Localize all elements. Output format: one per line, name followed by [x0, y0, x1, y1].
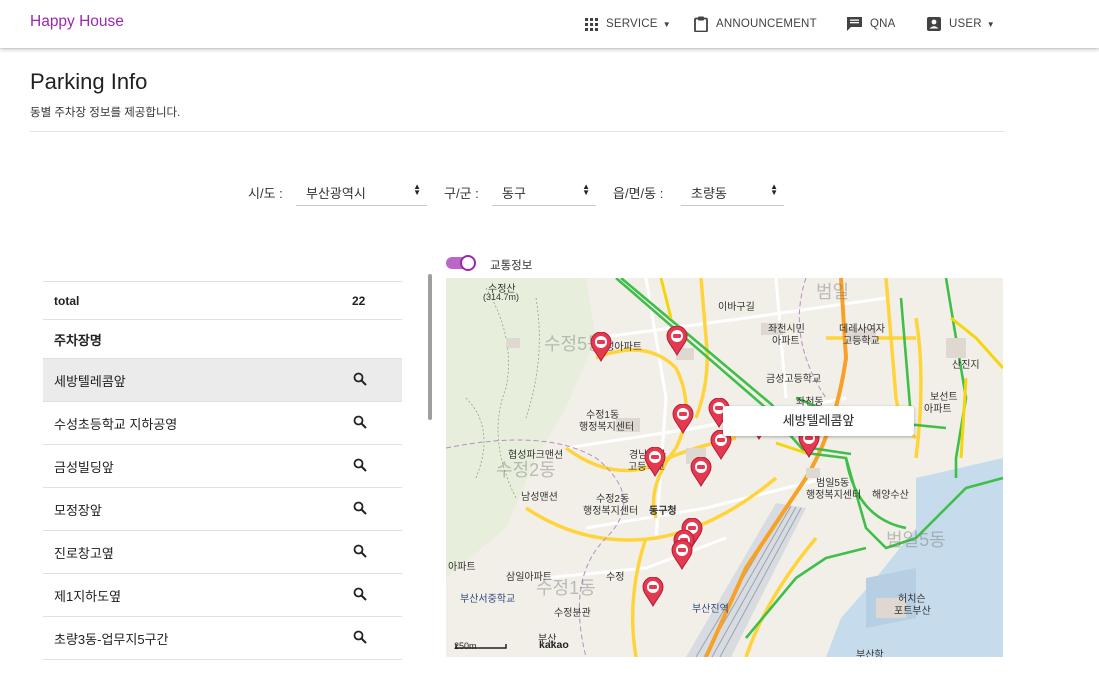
map-label: (314.7m): [483, 292, 520, 302]
nav-user-label: USER: [949, 18, 982, 30]
parking-marker-icon[interactable]: [590, 332, 612, 362]
table-header: 주차장명: [43, 320, 402, 359]
table-row[interactable]: 금성빌딩앞: [43, 445, 402, 488]
map-label: 금성고등학교: [766, 374, 822, 385]
nav-qna-label: QNA: [870, 18, 896, 30]
map-label: 행정복지센터: [806, 490, 862, 501]
dong-select-value: 초량동: [691, 186, 727, 201]
sort-arrows-icon: ▲ ▼: [582, 182, 590, 197]
map-label: 행정복지센터: [579, 422, 635, 433]
nav-announcement[interactable]: ANNOUNCEMENT: [694, 0, 817, 48]
brand-title[interactable]: Happy House: [30, 13, 124, 31]
search-icon[interactable]: [353, 630, 367, 644]
gugun-label: 구/군 :: [444, 186, 479, 201]
parking-table: total 22 주차장명 세방텔레콤앞수성초등학교 지하공영금성빌딩앞모정장앞…: [43, 281, 402, 660]
nav-service-label: SERVICE: [606, 18, 658, 30]
sido-select-value: 부산광역시: [306, 186, 366, 201]
parking-name: 제1지하도옆: [54, 588, 122, 604]
map-label: 고등학교: [843, 336, 880, 347]
search-icon[interactable]: [353, 587, 367, 601]
toggle-thumb: [460, 255, 476, 271]
map-label: 산진지: [952, 360, 980, 371]
gugun-select-value: 동구: [502, 186, 526, 201]
sido-select[interactable]: 부산광역시 ▲ ▼: [296, 176, 427, 206]
table-row[interactable]: 모정장앞: [43, 488, 402, 531]
map-label: 범일: [816, 282, 850, 302]
nav-service[interactable]: SERVICE ▼: [585, 0, 671, 48]
table-scrollbar[interactable]: [428, 274, 432, 420]
traffic-toggle-label: 교통정보: [490, 260, 533, 272]
total-count: 22: [352, 293, 366, 308]
parking-name: 초량3동-업무지5구간: [54, 631, 169, 647]
table-row[interactable]: 제1지하도옆: [43, 574, 402, 617]
divider: [30, 131, 1004, 132]
map-label: 부산항: [856, 650, 884, 657]
map-label: 삼일아파트: [506, 572, 552, 583]
chat-icon: [847, 17, 862, 31]
parking-map[interactable]: 수정산 (314.7m) 수정5동 수성아파트 이바구길 좌천시민 아파트 데레…: [446, 278, 1003, 657]
map-label: 남성맨션: [521, 492, 558, 503]
parking-marker-icon[interactable]: [672, 404, 694, 434]
dong-select[interactable]: 초량동 ▲ ▼: [681, 176, 784, 206]
map-label: 아파트: [448, 562, 476, 573]
search-icon[interactable]: [353, 458, 367, 472]
table-row[interactable]: 초량3동-업무지5구간: [43, 617, 402, 660]
caret-down-icon: ▼: [986, 19, 995, 29]
sort-arrows-icon: ▲ ▼: [770, 182, 778, 197]
parking-marker-icon[interactable]: [671, 540, 693, 570]
table-row[interactable]: 진로창고옆: [43, 531, 402, 574]
map-label: 부산서중학교: [460, 594, 516, 605]
parking-marker-icon[interactable]: [644, 447, 666, 477]
sort-arrows-icon: ▲ ▼: [413, 182, 421, 197]
map-label: 이바구길: [718, 302, 755, 313]
map-label: 수정: [606, 572, 625, 583]
total-label: total: [54, 293, 80, 308]
selected-parking-tooltip[interactable]: 세방텔레콤앞: [723, 406, 914, 436]
map-label: 해양수산: [872, 490, 909, 501]
sido-label: 시/도 :: [248, 186, 283, 201]
traffic-toggle[interactable]: [446, 255, 478, 271]
parking-name: 수성초등학교 지하공영: [54, 416, 178, 432]
caret-down-icon: ▼: [662, 19, 671, 29]
app-bar: Happy House SERVICE ▼ ANNOUNCEMENT QNA U…: [0, 0, 1099, 48]
map-label: 아파트: [924, 404, 952, 415]
map-label: 행정복지센터: [583, 506, 639, 517]
parking-name: 진로창고옆: [54, 545, 114, 561]
table-row[interactable]: 세방텔레콤앞: [43, 359, 402, 402]
map-scale-label: 250m: [454, 641, 477, 651]
account-box-icon: [927, 17, 941, 31]
grid-icon: [585, 17, 598, 31]
clipboard-icon: [694, 16, 708, 32]
map-label: 포트부산: [894, 606, 931, 617]
dong-label: 읍/면/동 :: [613, 186, 664, 201]
nav-user[interactable]: USER ▼: [927, 0, 995, 48]
kakao-logo: kakao: [539, 639, 569, 651]
page-subtitle: 동별 주차장 정보를 제공합니다.: [30, 107, 181, 119]
column-header-name: 주차장명: [54, 332, 102, 348]
nav-qna[interactable]: QNA: [847, 0, 896, 48]
search-icon[interactable]: [353, 372, 367, 386]
search-icon[interactable]: [353, 544, 367, 558]
gugun-select[interactable]: 동구 ▲ ▼: [492, 176, 596, 206]
nav-announcement-label: ANNOUNCEMENT: [716, 18, 817, 30]
map-label: 동구청: [649, 506, 677, 517]
search-icon[interactable]: [353, 415, 367, 429]
map-label: 범일5동: [886, 530, 946, 550]
table-row[interactable]: 수성초등학교 지하공영: [43, 402, 402, 445]
map-label: 부산진역: [692, 604, 729, 615]
parking-name: 금성빌딩앞: [54, 459, 114, 475]
total-row: total 22: [43, 281, 402, 320]
page-title: Parking Info: [30, 69, 148, 94]
parking-name: 세방텔레콤앞: [54, 373, 126, 389]
map-label: 수정분관: [554, 608, 591, 619]
parking-marker-icon[interactable]: [690, 457, 712, 487]
parking-name: 모정장앞: [54, 502, 102, 518]
search-icon[interactable]: [353, 501, 367, 515]
map-label: 아파트: [772, 336, 800, 347]
parking-marker-icon[interactable]: [666, 326, 688, 356]
map-label: 수정2동: [496, 460, 556, 480]
parking-marker-icon[interactable]: [642, 577, 664, 607]
